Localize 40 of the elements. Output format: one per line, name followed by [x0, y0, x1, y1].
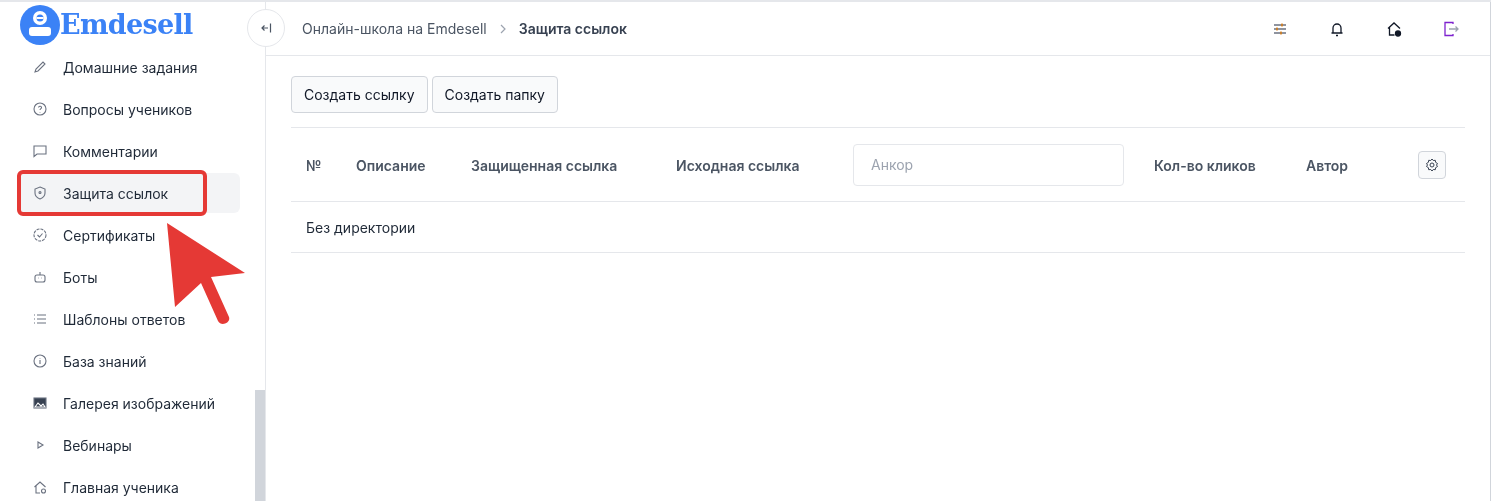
sidebar-item[interactable]: Домашние задания [20, 47, 240, 87]
column-header: Описание [356, 156, 426, 174]
chevron-icon [498, 23, 507, 34]
logout-icon[interactable] [1442, 19, 1460, 38]
column-header: Исходная ссылка [676, 156, 800, 174]
breadcrumb-current: Защита ссылок [518, 19, 627, 39]
sidebar-item[interactable]: Вопросы учеников [20, 89, 240, 129]
scrollbar[interactable] [255, 390, 265, 501]
settings-icon [1425, 157, 1439, 172]
shield-icon [32, 185, 48, 201]
column-header: № [306, 156, 322, 174]
sidebar-item[interactable]: База знаний [20, 341, 240, 381]
settings-button[interactable] [1418, 150, 1446, 179]
folder-row-label[interactable]: Без директории [306, 216, 416, 238]
logo-icon [20, 5, 60, 45]
sidebar-item[interactable]: Вебинары [20, 425, 240, 465]
sidebar-item[interactable]: Главная ученика [20, 467, 240, 501]
home-icon [32, 479, 48, 495]
sidebar-item[interactable]: Боты [20, 257, 240, 297]
robot-icon [32, 269, 48, 285]
toolbar-button[interactable]: Создать ссылку [291, 76, 428, 113]
info-icon [32, 353, 48, 369]
pencil-icon [32, 59, 48, 75]
badge-icon [32, 227, 48, 243]
logo-text: Emdesell [60, 7, 193, 42]
image-icon [32, 395, 48, 411]
sidebar-item[interactable]: Галерея изображений [20, 383, 240, 423]
anchor-field[interactable]: Анкор [853, 143, 1124, 186]
column-header: Защищенная ссылка [471, 156, 618, 174]
sidebar-item[interactable]: Комментарии [20, 131, 240, 171]
breadcrumb-link[interactable]: Онлайн-школа на Emdesell [302, 18, 487, 39]
sidebar-item[interactable]: Сертификаты [20, 215, 240, 255]
collapse-icon [260, 22, 272, 34]
list-icon [32, 311, 48, 327]
sidebar-item[interactable]: Шаблоны ответов [20, 299, 240, 339]
question-icon [32, 101, 48, 117]
toolbar-button[interactable]: Создать папку [431, 76, 558, 113]
column-header: Автор [1306, 156, 1349, 174]
comment-icon [32, 143, 48, 159]
column-header: Кол-во кликов [1154, 156, 1256, 174]
